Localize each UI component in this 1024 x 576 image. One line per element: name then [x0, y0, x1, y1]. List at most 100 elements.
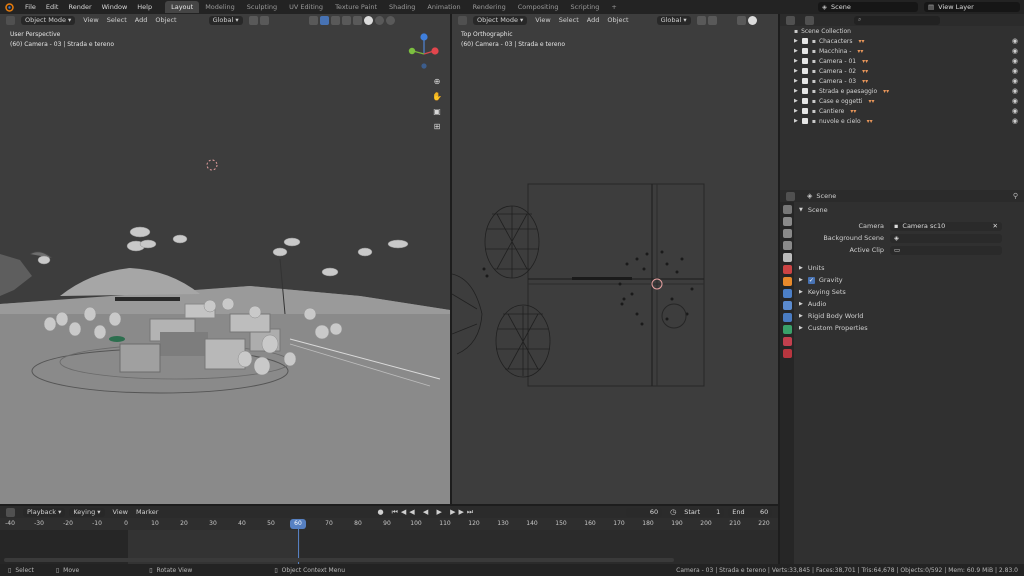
world-tab-icon[interactable] [782, 265, 792, 274]
record-icon[interactable]: ● [377, 508, 383, 516]
checkbox-icon[interactable] [801, 48, 808, 54]
properties-section-4[interactable]: ▶ Rigid Body World [796, 310, 1022, 322]
background-scene-field[interactable]: ◈ [890, 233, 1002, 243]
properties-section-1[interactable]: ▶ ✓ Gravity [796, 274, 1022, 286]
editor-type-icon[interactable] [786, 191, 795, 201]
texture-tab-icon[interactable] [782, 349, 792, 358]
properties-section-0[interactable]: ▶ Units [796, 262, 1022, 274]
scene-panel-header[interactable]: ▼ Scene [796, 204, 1022, 216]
workspace-tab-sculpting[interactable]: Sculpting [241, 1, 283, 13]
properties-section-2[interactable]: ▶ Keying Sets [796, 286, 1022, 298]
add-workspace-button[interactable]: + [605, 1, 622, 13]
workspace-tab-scripting[interactable]: Scripting [565, 1, 606, 13]
modifier-tab-icon[interactable] [782, 289, 792, 298]
workspace-tab-compositing[interactable]: Compositing [512, 1, 565, 13]
outliner-scene-collection[interactable]: ▪ Scene Collection [780, 26, 1024, 36]
properties-section-5[interactable]: ▶ Custom Properties [796, 322, 1022, 334]
end-frame-field[interactable]: End 60 [728, 507, 773, 517]
menu-render[interactable]: Render [63, 3, 96, 11]
expand-arrow-icon[interactable]: ▶ [794, 48, 798, 54]
material-tab-icon[interactable] [782, 337, 792, 346]
menu-edit[interactable]: Edit [41, 3, 64, 11]
timeline-ruler[interactable]: -40 -30 -20 -10 0 10 20 30 40 50 60 70 80 90 100 110 120… [0, 518, 778, 530]
outliner-collection-row[interactable]: ▶ ▪ Chacacters ▾▾ ◉ [780, 36, 1024, 46]
playback-menu[interactable]: Playback ▾ [23, 507, 66, 517]
outliner-collection-row[interactable]: ▶ ▪ Camera - 03 ▾▾ ◉ [780, 76, 1024, 86]
expand-arrow-icon[interactable]: ▶ [794, 98, 798, 104]
checkbox-icon[interactable] [801, 38, 808, 44]
workspace-tab-layout[interactable]: Layout [165, 1, 200, 13]
expand-arrow-icon[interactable]: ▶ [794, 58, 798, 64]
clear-icon[interactable]: ✕ [993, 222, 998, 230]
particles-tab-icon[interactable] [782, 301, 792, 310]
workspace-tab-uv-editing[interactable]: UV Editing [283, 1, 329, 13]
timeline-view-menu[interactable]: View [109, 508, 132, 516]
eye-icon[interactable]: ◉ [1012, 97, 1018, 105]
eye-icon[interactable]: ◉ [1012, 57, 1018, 65]
eye-icon[interactable]: ◉ [1012, 117, 1018, 125]
outliner-collection-row[interactable]: ▶ ▪ Case e oggetti ▾▾ ◉ [780, 96, 1024, 106]
checkbox-icon[interactable] [801, 88, 808, 94]
blender-logo-icon[interactable] [4, 2, 14, 12]
expand-arrow-icon[interactable]: ▶ [794, 68, 798, 74]
gravity-checkbox[interactable]: ✓ [807, 276, 815, 284]
eye-icon[interactable]: ◉ [1012, 77, 1018, 85]
camera-field[interactable]: ▪ Camera sc10 ✕ [890, 221, 1002, 231]
object-tab-icon[interactable] [782, 277, 792, 286]
playhead-frame-badge[interactable]: 60 [290, 519, 306, 529]
eye-icon[interactable]: ◉ [1012, 107, 1018, 115]
menu-file[interactable]: File [20, 3, 41, 11]
outliner-collection-row[interactable]: ▶ ▪ Macchina - ▾▾ ◉ [780, 46, 1024, 56]
checkbox-icon[interactable] [801, 68, 808, 74]
workspace-tab-shading[interactable]: Shading [383, 1, 421, 13]
menu-window[interactable]: Window [97, 3, 133, 11]
outliner-collection-row[interactable]: ▶ ▪ Camera - 02 ▾▾ ◉ [780, 66, 1024, 76]
workspace-tab-texture-paint[interactable]: Texture Paint [329, 1, 383, 13]
menu-help[interactable]: Help [132, 3, 157, 11]
current-frame-field[interactable]: 60 [626, 507, 663, 517]
clock-icon[interactable]: ◷ [670, 508, 676, 516]
filter-icon[interactable] [805, 15, 814, 25]
workspace-tab-rendering[interactable]: Rendering [467, 1, 512, 13]
physics-tab-icon[interactable] [782, 313, 792, 322]
scene-selector[interactable]: ◈ Scene [818, 2, 918, 12]
viewport-left[interactable]: Object Mode ▾ View Select Add Object Glo… [0, 14, 450, 504]
eye-icon[interactable]: ◉ [1012, 87, 1018, 95]
checkbox-icon[interactable] [801, 58, 808, 64]
outliner-collection-row[interactable]: ▶ ▪ Cantiere ▾▾ ◉ [780, 106, 1024, 116]
checkbox-icon[interactable] [801, 98, 808, 104]
scene-tab-icon[interactable] [782, 253, 792, 262]
playback-controls[interactable]: ⏮◀◀ ◀ ▶ ▶▶⏭ [392, 508, 477, 517]
constraints-tab-icon[interactable] [782, 325, 792, 334]
checkbox-icon[interactable] [801, 78, 808, 84]
eye-icon[interactable]: ◉ [1012, 47, 1018, 55]
checkbox-icon[interactable] [801, 118, 808, 124]
workspace-tab-modeling[interactable]: Modeling [199, 1, 241, 13]
active-clip-field[interactable]: ▭ [890, 245, 1002, 255]
properties-section-3[interactable]: ▶ Audio [796, 298, 1022, 310]
outliner-collection-row[interactable]: ▶ ▪ Strada e paesaggio ▾▾ ◉ [780, 86, 1024, 96]
outliner-collection-row[interactable]: ▶ ▪ Camera - 01 ▾▾ ◉ [780, 56, 1024, 66]
editor-type-icon[interactable] [786, 15, 795, 25]
keying-menu[interactable]: Keying ▾ [69, 507, 105, 517]
expand-arrow-icon[interactable]: ▶ [794, 78, 798, 84]
expand-arrow-icon[interactable]: ▶ [794, 88, 798, 94]
outliner-search-input[interactable]: ⌕ [854, 15, 940, 25]
editor-type-icon[interactable] [6, 507, 15, 517]
timeline-scrollbar[interactable] [4, 558, 674, 562]
expand-arrow-icon[interactable]: ▶ [794, 108, 798, 114]
eye-icon[interactable]: ◉ [1012, 37, 1018, 45]
expand-arrow-icon[interactable]: ▶ [794, 118, 798, 124]
render-tab-icon[interactable] [782, 217, 792, 226]
outliner-collection-row[interactable]: ▶ ▪ nuvole e cielo ▾▾ ◉ [780, 116, 1024, 126]
timeline-marker-menu[interactable]: Marker [132, 508, 162, 516]
viewport-right[interactable]: Object Mode ▾ View Select Add Object Glo… [452, 14, 778, 504]
checkbox-icon[interactable] [801, 108, 808, 114]
tool-tab-icon[interactable] [782, 205, 792, 214]
pin-icon[interactable]: ⚲ [1013, 192, 1018, 200]
view-layer-selector[interactable]: ▤ View Layer [924, 2, 1020, 12]
workspace-tab-animation[interactable]: Animation [421, 1, 466, 13]
expand-arrow-icon[interactable]: ▶ [794, 38, 798, 44]
start-frame-field[interactable]: Start 1 [680, 507, 725, 517]
view-layer-tab-icon[interactable] [782, 241, 792, 250]
